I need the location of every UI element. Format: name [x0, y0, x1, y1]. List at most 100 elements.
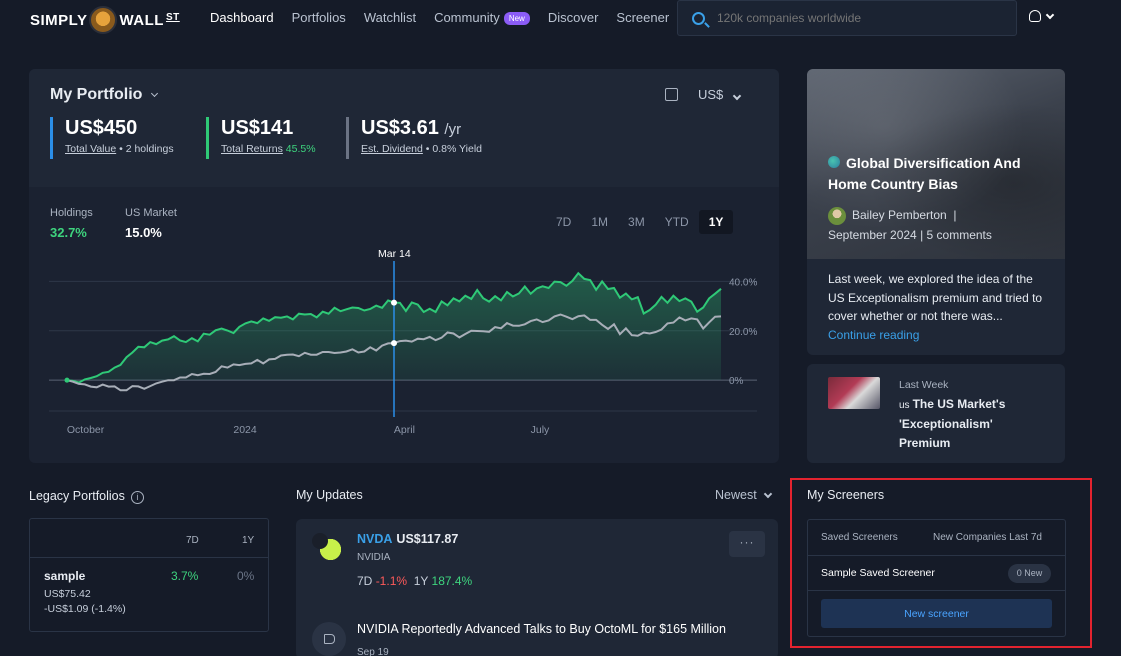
avatar: [828, 206, 846, 225]
portfolio-card: My Portfolio US$ US$450 Total Value • 2 …: [29, 69, 779, 463]
divider: [30, 557, 268, 558]
y-tick-label: 40.0%: [729, 277, 757, 288]
logo[interactable]: SIMPLY WALL ST: [30, 6, 180, 34]
portfolio-tools: US$: [665, 87, 742, 102]
search-input[interactable]: [717, 11, 977, 25]
update-card: NVDA US$117.87 NVIDIA 7D -1.1% 1Y 187.4% …: [296, 519, 778, 656]
top-nav: SIMPLY WALL ST Dashboard Portfolios Watc…: [0, 0, 1121, 38]
total-returns-stat: US$141 Total Returns 45.5%: [206, 117, 316, 159]
x-tick-label: April: [394, 424, 415, 436]
nav-community-label: Community: [434, 10, 500, 25]
article-meta: Bailey Pemberton | September 2024 | 5 co…: [828, 206, 992, 242]
legacy-row-change: -US$1.09 (-1.4%): [44, 603, 126, 615]
ticker-performance: 7D -1.1% 1Y 187.4%: [357, 574, 472, 588]
holdings-pct: 32.7%: [50, 225, 87, 240]
portfolio-selector[interactable]: My Portfolio: [50, 86, 159, 104]
chevron-down-icon: [151, 89, 159, 98]
total-returns-pct: 45.5%: [285, 143, 316, 155]
logo-text-right: WALL: [119, 11, 164, 29]
nav-community[interactable]: Community New: [434, 10, 530, 26]
performance-chart[interactable]: 40.0% 20.0% 0% October 2024 April July Mar 14: [29, 249, 779, 449]
start-point: [64, 377, 70, 383]
legacy-row-values: US$75.42 -US$1.09 (-1.4%): [44, 587, 126, 617]
nav-screener[interactable]: Screener: [616, 10, 669, 26]
nav-watchlist[interactable]: Watchlist: [364, 10, 416, 26]
perf-1y: 187.4%: [431, 574, 473, 588]
chevron-down-icon: [763, 489, 772, 498]
hover-point-market: [391, 340, 397, 347]
total-returns: US$141: [221, 117, 294, 139]
perf-7d-label: 7D: [357, 574, 373, 588]
nav-portfolios[interactable]: Portfolios: [292, 10, 346, 26]
dividend-suffix: /yr: [444, 121, 462, 138]
nav-links: Dashboard Portfolios Watchlist Community…: [210, 10, 669, 26]
company-name: NVIDIA: [357, 552, 391, 563]
us-flag-label: us: [899, 400, 910, 411]
y-tick-label: 0%: [729, 376, 744, 387]
portfolio-title: My Portfolio: [50, 86, 143, 103]
globe-icon: [828, 156, 840, 168]
legacy-col-7d: 7D: [186, 535, 199, 546]
article-card[interactable]: Global Diversification And Home Country …: [807, 69, 1065, 355]
article2-title[interactable]: us The US Market's 'Exceptionalism' Premi…: [899, 395, 1029, 453]
article-title[interactable]: Global Diversification And Home Country …: [828, 153, 1043, 195]
range-7d[interactable]: 7D: [546, 210, 581, 234]
x-tick-label: July: [531, 424, 550, 436]
more-options-button[interactable]: ···: [729, 531, 765, 557]
dividend-label[interactable]: Est. Dividend: [361, 143, 423, 155]
ticker-line: NVDA US$117.87: [357, 532, 458, 546]
legacy-portfolios-title: Legacy Portfolios i: [29, 489, 144, 504]
article-author[interactable]: Bailey Pemberton: [852, 208, 947, 222]
user-menu[interactable]: [1029, 10, 1055, 22]
range-3m[interactable]: 3M: [618, 210, 655, 234]
article-thumbnail: [828, 377, 880, 409]
logo-text-st: ST: [165, 11, 180, 23]
range-1y[interactable]: 1Y: [698, 210, 734, 234]
legacy-portfolios-table: 7D 1Y sample US$75.42 -US$1.09 (-1.4%) 3…: [29, 518, 269, 632]
dividend-stat: US$3.61 /yr Est. Dividend • 0.8% Yield: [346, 117, 482, 159]
updates-title: My Updates: [296, 488, 363, 502]
news-title[interactable]: NVIDIA Reportedly Advanced Talks to Buy …: [357, 622, 726, 636]
total-value-label[interactable]: Total Value: [65, 143, 116, 155]
nav-discover[interactable]: Discover: [548, 10, 599, 26]
search-bar[interactable]: [677, 0, 1017, 36]
user-icon: [1029, 10, 1041, 22]
info-icon[interactable]: i: [130, 491, 144, 504]
updates-sort-dropdown[interactable]: Newest: [715, 488, 772, 502]
total-returns-label[interactable]: Total Returns: [221, 143, 283, 155]
article2-date: Last Week: [899, 379, 949, 391]
perf-1y-label: 1Y: [413, 574, 429, 588]
total-value: US$450: [65, 117, 138, 139]
article2-title-text: The US Market's 'Exceptionalism' Premium: [899, 397, 1006, 450]
article-date-comments: September 2024 | 5 comments: [828, 228, 992, 242]
dividend-yield: • 0.8% Yield: [425, 143, 483, 155]
nav-dashboard[interactable]: Dashboard: [210, 10, 274, 26]
article-excerpt: Last week, we explored the idea of the U…: [828, 270, 1048, 344]
chevron-down-icon: [732, 91, 742, 101]
highlight-box: [790, 478, 1092, 648]
external-link-icon[interactable]: [665, 88, 678, 101]
y-tick-label: 20.0%: [729, 327, 757, 338]
range-1m[interactable]: 1M: [581, 210, 618, 234]
article-card-small[interactable]: Last Week us The US Market's 'Exceptional…: [807, 364, 1065, 463]
megaphone-icon: [312, 622, 346, 656]
market-pct: 15.0%: [125, 225, 162, 240]
logo-text-left: SIMPLY: [30, 11, 88, 29]
legend-market: US Market 15.0%: [125, 207, 177, 240]
nvidia-logo-icon: [312, 533, 344, 563]
continue-reading-link[interactable]: Continue reading: [828, 328, 919, 342]
hover-point-holdings: [391, 299, 397, 306]
legacy-row-value: US$75.42: [44, 588, 91, 600]
range-ytd[interactable]: YTD: [655, 210, 699, 234]
ticker-price: US$117.87: [396, 532, 459, 546]
hover-date-label: Mar 14: [378, 249, 411, 260]
ticker-symbol[interactable]: NVDA: [357, 532, 392, 546]
legend-holdings: Holdings 32.7%: [50, 207, 93, 240]
market-label: US Market: [125, 207, 177, 219]
legacy-title-text: Legacy Portfolios: [29, 489, 125, 503]
dividend-value: US$3.61: [361, 117, 439, 139]
chevron-down-icon: [1045, 10, 1055, 19]
currency-selector[interactable]: US$: [698, 87, 742, 102]
legacy-row-name[interactable]: sample: [44, 569, 85, 583]
legacy-row-1y: 0%: [237, 569, 255, 583]
